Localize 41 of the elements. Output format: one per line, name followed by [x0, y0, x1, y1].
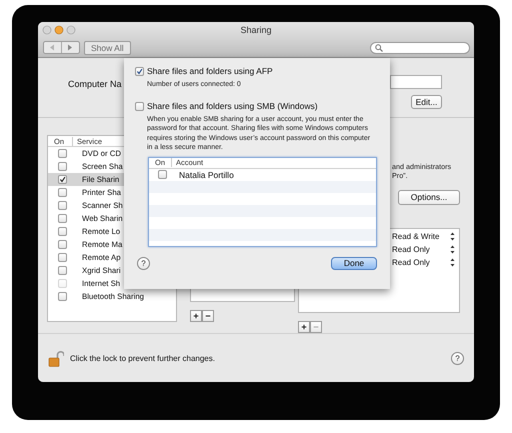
- checkbox[interactable]: [135, 66, 144, 76]
- help-button[interactable]: ?: [137, 256, 150, 270]
- window-title: Sharing: [239, 25, 273, 35]
- search-icon: [375, 44, 383, 52]
- back-forward-icon[interactable]: [43, 41, 80, 54]
- checkbox[interactable]: [58, 162, 67, 171]
- lock-message: Click the lock to prevent further changes.: [70, 354, 215, 362]
- checkbox-label: Share files and folders using AFP: [147, 66, 273, 76]
- permission-popup[interactable]: Read & Write: [392, 232, 440, 241]
- help-button[interactable]: ?: [451, 352, 464, 364]
- options-button[interactable]: Options...: [398, 190, 460, 205]
- add-button[interactable]: +: [298, 321, 310, 333]
- checkbox[interactable]: [58, 292, 67, 301]
- computer-name-label: Computer Na: [68, 79, 122, 90]
- checkbox[interactable]: [135, 102, 144, 110]
- open-padlock-icon[interactable]: [48, 350, 64, 366]
- checkbox[interactable]: [58, 266, 67, 275]
- stepper-icon[interactable]: [450, 232, 455, 241]
- checkbox[interactable]: [58, 149, 67, 158]
- checkbox-label: Share files and folders using SMB (Windows): [147, 101, 318, 111]
- checkbox[interactable]: [58, 188, 67, 197]
- stepper-icon[interactable]: [450, 258, 455, 267]
- search-field[interactable]: [370, 42, 470, 54]
- permission-popup[interactable]: Read Only: [392, 244, 430, 254]
- account-name: Natalia Portillo: [179, 170, 234, 180]
- checkbox[interactable]: [158, 170, 167, 180]
- stepper-icon[interactable]: [450, 244, 455, 254]
- checkbox[interactable]: [58, 253, 67, 262]
- show-all-button[interactable]: Show All: [84, 40, 131, 54]
- edit-button[interactable]: Edit...: [411, 95, 442, 109]
- checkbox[interactable]: [58, 227, 67, 236]
- checkbox[interactable]: [58, 240, 67, 249]
- done-button[interactable]: Done: [331, 256, 377, 270]
- computer-name-field[interactable]: [390, 75, 442, 89]
- checkbox[interactable]: [58, 201, 67, 210]
- add-button[interactable]: +: [190, 310, 202, 322]
- window-controls-icon[interactable]: [42, 25, 76, 35]
- permission-popup[interactable]: Read Only: [392, 258, 430, 267]
- checkbox[interactable]: [58, 214, 67, 223]
- remove-button[interactable]: −: [202, 310, 214, 322]
- checkbox[interactable]: [58, 175, 67, 184]
